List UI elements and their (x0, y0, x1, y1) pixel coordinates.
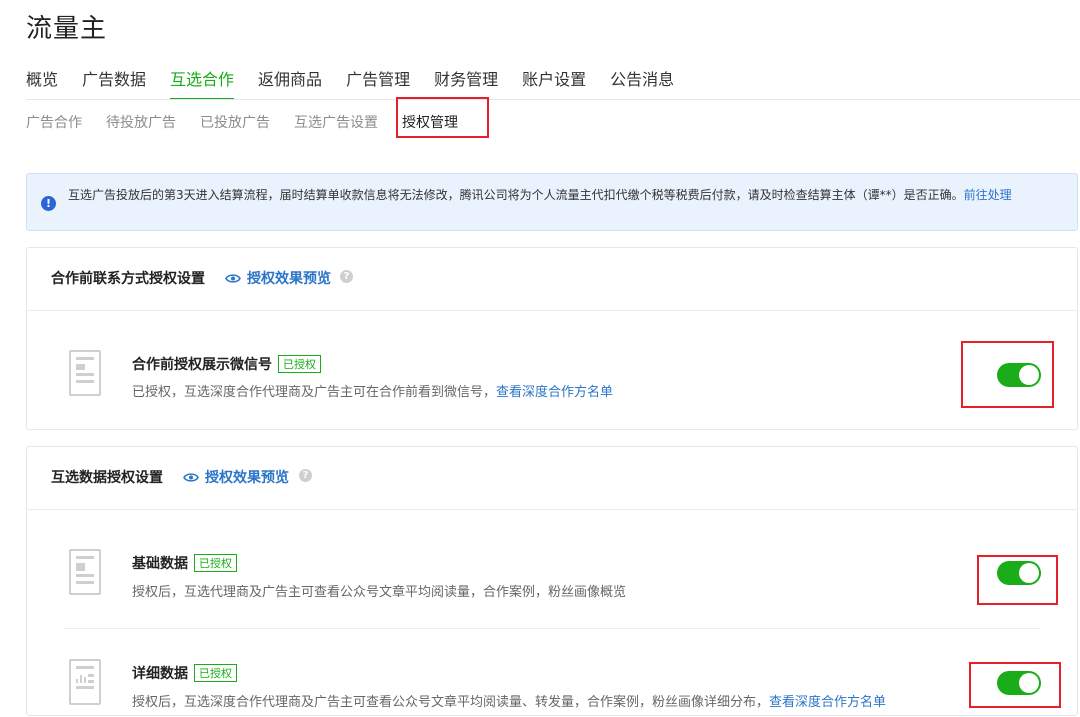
notice-banner: ! 互选广告投放后的第3天进入结算流程，届时结算单收款信息将无法修改，腾讯公司将… (26, 173, 1078, 231)
help-icon[interactable]: ? (299, 469, 312, 482)
help-icon[interactable]: ? (340, 270, 353, 283)
auth-item-description: 授权后，互选深度合作代理商及广告主可查看公众号文章平均阅读量、转发量，合作案例，… (132, 691, 886, 710)
authorized-badge: 已授权 (194, 664, 237, 682)
highlight-box-toggle-1 (961, 341, 1054, 408)
tab-mutual-cooperation[interactable]: 互选合作 (170, 66, 235, 100)
notice-action-link[interactable]: 前往处理 (964, 188, 1012, 202)
subtab-delivered-ads[interactable]: 已投放广告 (200, 112, 270, 132)
auth-item-description-text: 授权后，互选代理商及广告主可查看公众号文章平均阅读量，合作案例，粉丝画像概览 (132, 585, 627, 600)
authorized-badge: 已授权 (278, 355, 321, 373)
contact-auth-card: 合作前联系方式授权设置 授权效果预览 ? 合作前授权展示微信号 已授权 已授权，互… (26, 247, 1078, 430)
main-nav: 概览 广告数据 互选合作 返佣商品 广告管理 财务管理 账户设置 公告消息 (26, 66, 698, 100)
auth-item-description: 授权后，互选代理商及广告主可查看公众号文章平均阅读量，合作案例，粉丝画像概览 (132, 581, 626, 600)
auth-item-title-text: 详细数据 (132, 666, 188, 682)
tab-overview[interactable]: 概览 (26, 66, 58, 100)
tab-ad-management[interactable]: 广告管理 (346, 66, 410, 100)
auth-item-title: 详细数据 已授权 (132, 663, 237, 683)
notice-text: 互选广告投放后的第3天进入结算流程，届时结算单收款信息将无法修改，腾讯公司将为个… (68, 185, 1068, 205)
auth-item-basic-data: 基础数据 已授权 授权后，互选代理商及广告主可查看公众号文章平均阅读量，合作案例，… (27, 509, 1077, 629)
bar-chart-icon (76, 675, 86, 683)
data-auth-title: 互选数据授权设置 (51, 470, 163, 486)
notice-message: 互选广告投放后的第3天进入结算流程，届时结算单收款信息将无法修改，腾讯公司将为个… (68, 188, 964, 202)
auth-item-show-wechat: 合作前授权展示微信号 已授权 已授权，互选深度合作代理商及广告主可在合作前看到微信… (27, 310, 1077, 430)
auth-item-title-text: 合作前授权展示微信号 (132, 357, 272, 373)
auth-item-description: 已授权，互选深度合作代理商及广告主可在合作前看到微信号，查看深度合作方名单 (132, 381, 613, 400)
contact-auth-title: 合作前联系方式授权设置 (51, 271, 205, 287)
tab-finance-management[interactable]: 财务管理 (434, 66, 498, 100)
subtab-mutual-ad-settings[interactable]: 互选广告设置 (294, 112, 378, 132)
authorized-badge: 已授权 (194, 554, 237, 572)
tab-rebate-products[interactable]: 返佣商品 (258, 66, 322, 100)
data-auth-card: 互选数据授权设置 授权效果预览 ? 基础数据 已授权 授权后，互选代理商及广告主可… (26, 446, 1078, 716)
view-partner-list-link[interactable]: 查看深度合作方名单 (496, 385, 613, 400)
auth-item-description-text: 已授权，互选深度合作代理商及广告主可在合作前看到微信号， (132, 385, 497, 400)
highlight-box-toggle-2 (977, 555, 1058, 605)
contact-auth-preview-link[interactable]: 授权效果预览 (225, 268, 331, 288)
contact-auth-card-header: 合作前联系方式授权设置 授权效果预览 ? (27, 248, 1077, 311)
highlight-box-toggle-3 (969, 662, 1061, 708)
tab-account-settings[interactable]: 账户设置 (522, 66, 586, 100)
subtab-pending-ads[interactable]: 待投放广告 (106, 112, 176, 132)
data-auth-preview-link[interactable]: 授权效果预览 (183, 467, 289, 487)
auth-item-detailed-data: 详细数据 已授权 授权后，互选深度合作代理商及广告主可查看公众号文章平均阅读量、转… (27, 629, 1077, 717)
eye-icon (183, 472, 199, 482)
auth-item-title: 合作前授权展示微信号 已授权 (132, 354, 321, 374)
tab-ad-data[interactable]: 广告数据 (82, 66, 146, 100)
document-icon (69, 350, 101, 396)
data-auth-card-header: 互选数据授权设置 授权效果预览 ? (27, 447, 1077, 510)
tab-announcements[interactable]: 公告消息 (610, 66, 674, 100)
subtab-ad-cooperation[interactable]: 广告合作 (26, 112, 82, 132)
auth-item-title-text: 基础数据 (132, 556, 188, 572)
data-auth-preview-label: 授权效果预览 (205, 470, 289, 486)
page-title: 流量主 (26, 14, 108, 44)
document-icon (69, 549, 101, 595)
contact-auth-preview-label: 授权效果预览 (247, 271, 331, 287)
nav-divider (26, 99, 1080, 100)
info-icon: ! (41, 196, 56, 211)
auth-item-title: 基础数据 已授权 (132, 553, 237, 573)
chart-document-icon (69, 659, 101, 705)
highlight-box-subtab (396, 97, 489, 138)
eye-icon (225, 273, 241, 283)
